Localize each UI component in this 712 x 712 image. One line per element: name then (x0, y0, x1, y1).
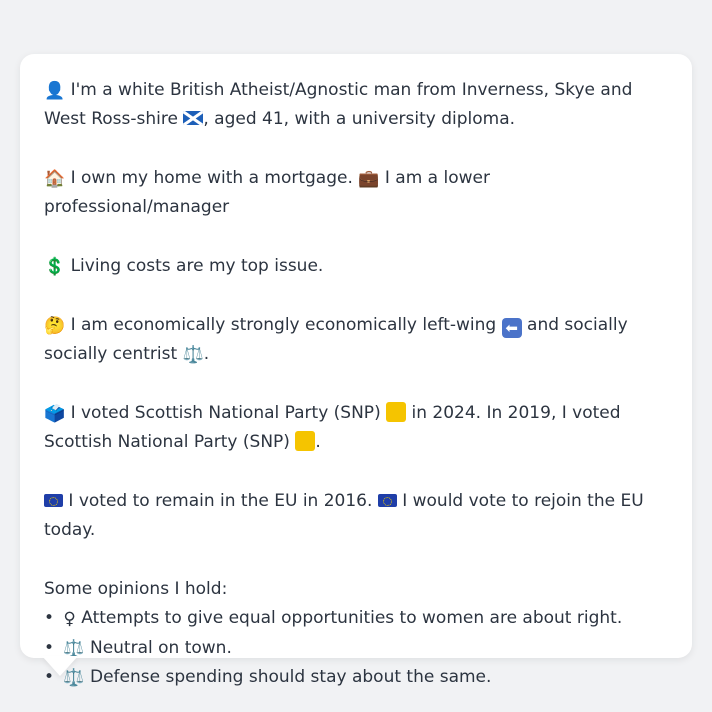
issue-paragraph: 💲 Living costs are my top issue. (44, 252, 672, 281)
balance-scale-icon: ⚖️ (182, 345, 204, 365)
scotland-flag-icon (183, 111, 204, 125)
list-item: • ♀ Attempts to give equal opportunities… (44, 608, 623, 629)
eu-text-a: I voted to remain in the EU in 2016. (68, 491, 373, 511)
votes-text-a: I voted Scottish National Party (SNP) (70, 403, 381, 423)
votes-paragraph: 🗳️ I voted Scottish National Party (SNP)… (44, 399, 672, 457)
opinions-heading: Some opinions I hold: (44, 579, 228, 599)
eu-flag-icon (44, 494, 63, 507)
identity-paragraph: 👤 I'm a white British Atheist/Agnostic m… (44, 76, 672, 134)
briefcase-icon: 💼 (358, 169, 380, 189)
opinions-list: • ♀ Attempts to give equal opportunities… (44, 604, 672, 693)
ballot-box-icon: 🗳️ (44, 404, 66, 424)
votes-text-c: . (315, 432, 321, 452)
dollar-icon: 💲 (44, 257, 66, 277)
house-icon: 🏠 (44, 169, 66, 189)
female-sign-icon: ♀ (63, 609, 76, 629)
thinking-face-icon: 🤔 (44, 316, 66, 336)
list-item: • ⚖️ Neutral on town. (44, 637, 232, 659)
ideology-text-a: I am economically strongly economically … (70, 315, 497, 335)
list-item: • ⚖️ Defense spending should stay about … (44, 667, 492, 688)
home-paragraph: 🏠 I own my home with a mortgage. 💼 I am … (44, 164, 672, 222)
opinion-text: Neutral on town. (89, 637, 232, 658)
home-text: I own my home with a mortgage. (70, 168, 353, 188)
eu-flag-icon (377, 494, 397, 507)
bubble-tail (42, 656, 78, 676)
yellow-square-icon (386, 402, 407, 422)
issue-text: Living costs are my top issue. (70, 256, 324, 276)
opinion-text: Defense spending should stay about the s… (89, 667, 492, 687)
ideology-text-c: . (203, 344, 210, 364)
ideology-paragraph: 🤔 I am economically strongly economicall… (44, 311, 672, 369)
balance-scale-icon: ⚖️ (63, 638, 85, 659)
yellow-square-icon (295, 431, 316, 451)
identity-text-b: , aged 41, with a university diploma. (203, 109, 516, 129)
opinion-text: Attempts to give equal opportunities to … (81, 608, 623, 628)
chat-message-bubble: 👤 I'm a white British Atheist/Agnostic m… (20, 54, 692, 687)
eu-paragraph: I voted to remain in the EU in 2016. I w… (44, 487, 672, 545)
left-arrow-icon: ⬅ (501, 318, 522, 338)
person-silhouette-icon: 👤 (44, 81, 66, 101)
